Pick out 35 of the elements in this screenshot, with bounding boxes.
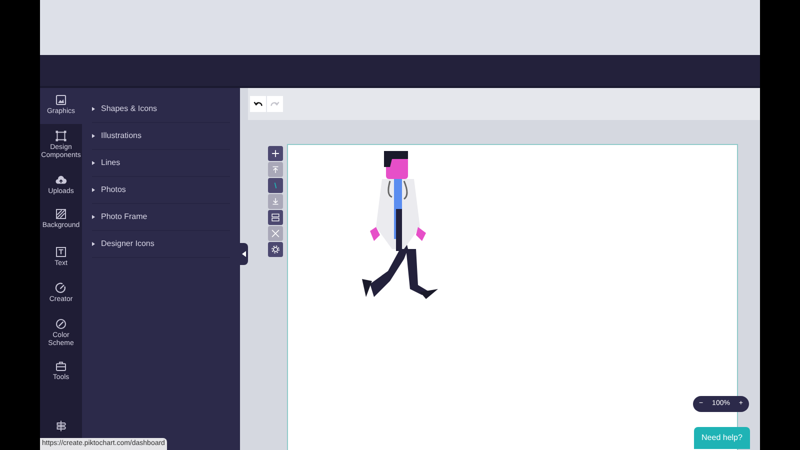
redo-icon bbox=[270, 99, 280, 109]
arrow-down-icon bbox=[270, 196, 281, 207]
cross-icon bbox=[270, 228, 281, 239]
hatched-square-icon bbox=[55, 208, 67, 220]
dial-icon bbox=[55, 282, 67, 294]
stack-icon bbox=[270, 212, 281, 223]
panel-section[interactable]: Shapes & Icons bbox=[92, 96, 230, 123]
caret-icon bbox=[92, 107, 95, 111]
signpost-icon bbox=[55, 420, 67, 432]
frame-icon bbox=[55, 130, 67, 142]
cloud-upload-icon bbox=[55, 174, 67, 186]
panel-section[interactable]: Designer Icons bbox=[92, 231, 230, 258]
panel-section[interactable]: Photo Frame bbox=[92, 204, 230, 231]
caret-icon bbox=[242, 251, 246, 257]
canvas-tool-button[interactable] bbox=[268, 210, 283, 225]
undo-button[interactable] bbox=[250, 96, 266, 112]
gear-icon bbox=[270, 244, 281, 255]
arrow-up-icon bbox=[270, 164, 281, 175]
caret-icon bbox=[92, 242, 95, 246]
undo-icon bbox=[253, 99, 263, 109]
toolbox-icon bbox=[55, 360, 67, 372]
circle-slash-icon bbox=[55, 318, 67, 330]
caret-icon bbox=[92, 134, 95, 138]
picture-icon bbox=[55, 94, 67, 106]
collapse-tab[interactable] bbox=[240, 243, 248, 265]
canvas-tool-button[interactable] bbox=[268, 242, 283, 257]
caret-icon bbox=[92, 188, 95, 192]
caret-icon bbox=[92, 215, 95, 219]
canvas-tool-button[interactable] bbox=[268, 146, 283, 161]
panel-section[interactable]: Photos bbox=[92, 177, 230, 204]
plus-icon bbox=[270, 148, 281, 159]
panel-section[interactable]: Illustrations bbox=[92, 123, 230, 150]
panel-section[interactable]: Lines bbox=[92, 150, 230, 177]
caret-icon bbox=[92, 161, 95, 165]
text-icon bbox=[55, 246, 67, 258]
